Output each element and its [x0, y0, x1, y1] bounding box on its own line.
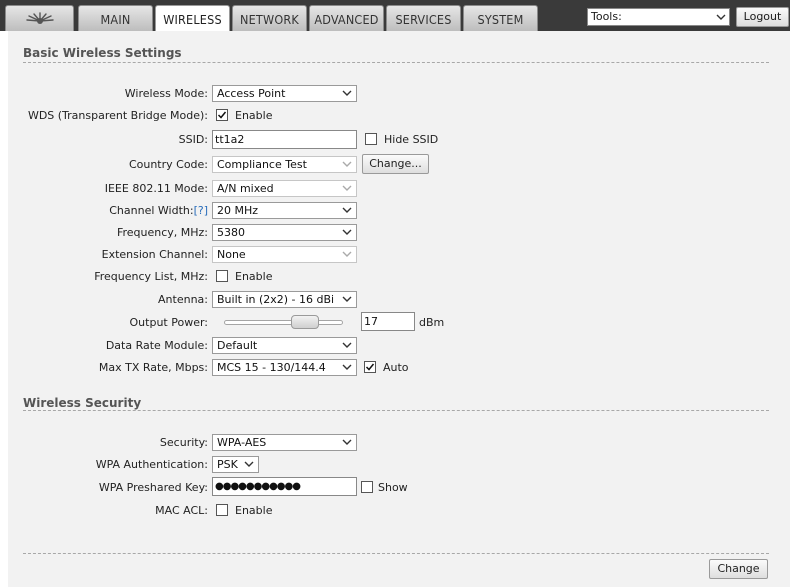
- country-code-select[interactable]: Compliance Test: [212, 156, 357, 173]
- max-tx-rate-label: Max TX Rate, Mbps:: [98, 361, 208, 374]
- tab-services[interactable]: SERVICES: [386, 5, 461, 31]
- wireless-mode-value: Access Point: [217, 87, 286, 100]
- ssid-input[interactable]: [212, 130, 357, 149]
- logo-tab[interactable]: [5, 5, 74, 31]
- output-power-unit: dBm: [419, 316, 445, 329]
- ubiquiti-logo-icon: [25, 11, 54, 24]
- mac-acl-label: MAC ACL:: [155, 504, 208, 517]
- section-divider: [23, 410, 769, 411]
- channel-width-label: Channel Width:[?]: [109, 204, 208, 217]
- channel-width-value: 20 MHz: [217, 204, 259, 217]
- max-tx-rate-select[interactable]: MCS 15 - 130/144.4: [212, 359, 357, 376]
- extension-channel-select[interactable]: None: [212, 246, 357, 263]
- channel-width-text: Channel Width:: [109, 204, 194, 217]
- section-divider: [23, 62, 769, 63]
- chevron-down-icon: [342, 161, 352, 167]
- wds-label: WDS (Transparent Bridge Mode):: [27, 109, 208, 122]
- country-code-value: Compliance Test: [217, 158, 307, 171]
- wds-checkbox[interactable]: [216, 109, 228, 121]
- security-select[interactable]: WPA-AES: [212, 434, 357, 451]
- extension-channel-label: Extension Channel:: [101, 248, 208, 261]
- tab-system[interactable]: SYSTEM: [463, 5, 538, 31]
- extension-channel-value: None: [217, 248, 246, 261]
- top-nav-bar: MAIN WIRELESS NETWORK ADVANCED SERVICES …: [0, 0, 790, 32]
- frequency-list-checkbox[interactable]: [216, 270, 228, 282]
- ieee-mode-value: A/N mixed: [217, 182, 274, 195]
- wpa-auth-label: WPA Authentication:: [95, 458, 208, 471]
- ieee-mode-select[interactable]: A/N mixed: [212, 180, 357, 197]
- checkmark-icon: [217, 111, 227, 119]
- frequency-list-label: Frequency List, MHz:: [94, 270, 208, 283]
- antenna-label: Antenna:: [158, 293, 208, 306]
- mac-acl-checkbox[interactable]: [216, 504, 228, 516]
- frequency-list-enable-label: Enable: [235, 270, 273, 283]
- tab-wireless[interactable]: WIRELESS: [155, 5, 230, 32]
- hide-ssid-label: Hide SSID: [384, 133, 439, 146]
- output-power-slider-track[interactable]: [224, 320, 343, 325]
- output-power-slider-handle[interactable]: [291, 315, 319, 329]
- frequency-value: 5380: [217, 226, 245, 239]
- chevron-down-icon: [244, 461, 254, 467]
- chevron-down-icon: [342, 364, 352, 370]
- show-psk-checkbox[interactable]: [361, 481, 373, 493]
- chevron-down-icon: [342, 229, 352, 235]
- tools-dropdown[interactable]: Tools:: [587, 8, 730, 26]
- wpa-psk-input[interactable]: ●●●●●●●●●●●: [212, 477, 357, 496]
- channel-width-select[interactable]: 20 MHz: [212, 202, 357, 219]
- wireless-mode-label: Wireless Mode:: [124, 87, 208, 100]
- antenna-select[interactable]: Built in (2x2) - 16 dBi: [212, 291, 357, 308]
- data-rate-module-label: Data Rate Module:: [105, 339, 208, 352]
- output-power-label: Output Power:: [129, 316, 208, 329]
- chevron-down-icon: [342, 296, 352, 302]
- max-tx-auto-checkbox[interactable]: [364, 361, 376, 373]
- security-value: WPA-AES: [217, 436, 267, 449]
- basic-wireless-settings-title: Basic Wireless Settings: [23, 46, 182, 60]
- tools-label: Tools:: [591, 10, 622, 23]
- tab-network[interactable]: NETWORK: [232, 5, 307, 31]
- wireless-security-title: Wireless Security: [23, 396, 142, 410]
- wpa-psk-label: WPA Preshared Key:: [98, 481, 208, 494]
- security-label: Security:: [159, 436, 208, 449]
- frequency-select[interactable]: 5380: [212, 224, 357, 241]
- wireless-mode-select[interactable]: Access Point: [212, 85, 357, 102]
- frequency-label: Frequency, MHz:: [116, 226, 208, 239]
- footer-divider: [23, 553, 769, 554]
- checkmark-icon: [365, 363, 375, 371]
- change-country-button[interactable]: Change...: [362, 154, 429, 174]
- chevron-down-icon: [342, 342, 352, 348]
- chevron-down-icon: [342, 207, 352, 213]
- max-tx-auto-label: Auto: [383, 361, 409, 374]
- country-code-label: Country Code:: [128, 158, 208, 171]
- chevron-down-icon: [342, 251, 352, 257]
- tab-main[interactable]: MAIN: [78, 5, 153, 31]
- wpa-auth-select[interactable]: PSK: [212, 456, 259, 473]
- chevron-down-icon: [342, 439, 352, 445]
- change-button[interactable]: Change: [709, 559, 768, 579]
- help-link[interactable]: [?]: [194, 204, 208, 217]
- output-power-input[interactable]: [361, 312, 415, 331]
- hide-ssid-checkbox[interactable]: [365, 133, 377, 145]
- ssid-label: SSID:: [178, 133, 208, 146]
- tab-advanced[interactable]: ADVANCED: [309, 5, 384, 31]
- mac-acl-enable-label: Enable: [235, 504, 273, 517]
- ieee-mode-label: IEEE 802.11 Mode:: [104, 182, 208, 195]
- show-psk-label: Show: [378, 481, 408, 494]
- wds-enable-label: Enable: [235, 109, 273, 122]
- antenna-value: Built in (2x2) - 16 dBi: [217, 293, 335, 306]
- chevron-down-icon: [342, 185, 352, 191]
- chevron-down-icon: [716, 14, 726, 20]
- max-tx-rate-value: MCS 15 - 130/144.4: [217, 361, 326, 374]
- data-rate-module-value: Default: [217, 339, 258, 352]
- data-rate-module-select[interactable]: Default: [212, 337, 357, 354]
- chevron-down-icon: [342, 90, 352, 96]
- wpa-auth-value: PSK: [217, 458, 238, 471]
- logout-button[interactable]: Logout: [736, 7, 789, 27]
